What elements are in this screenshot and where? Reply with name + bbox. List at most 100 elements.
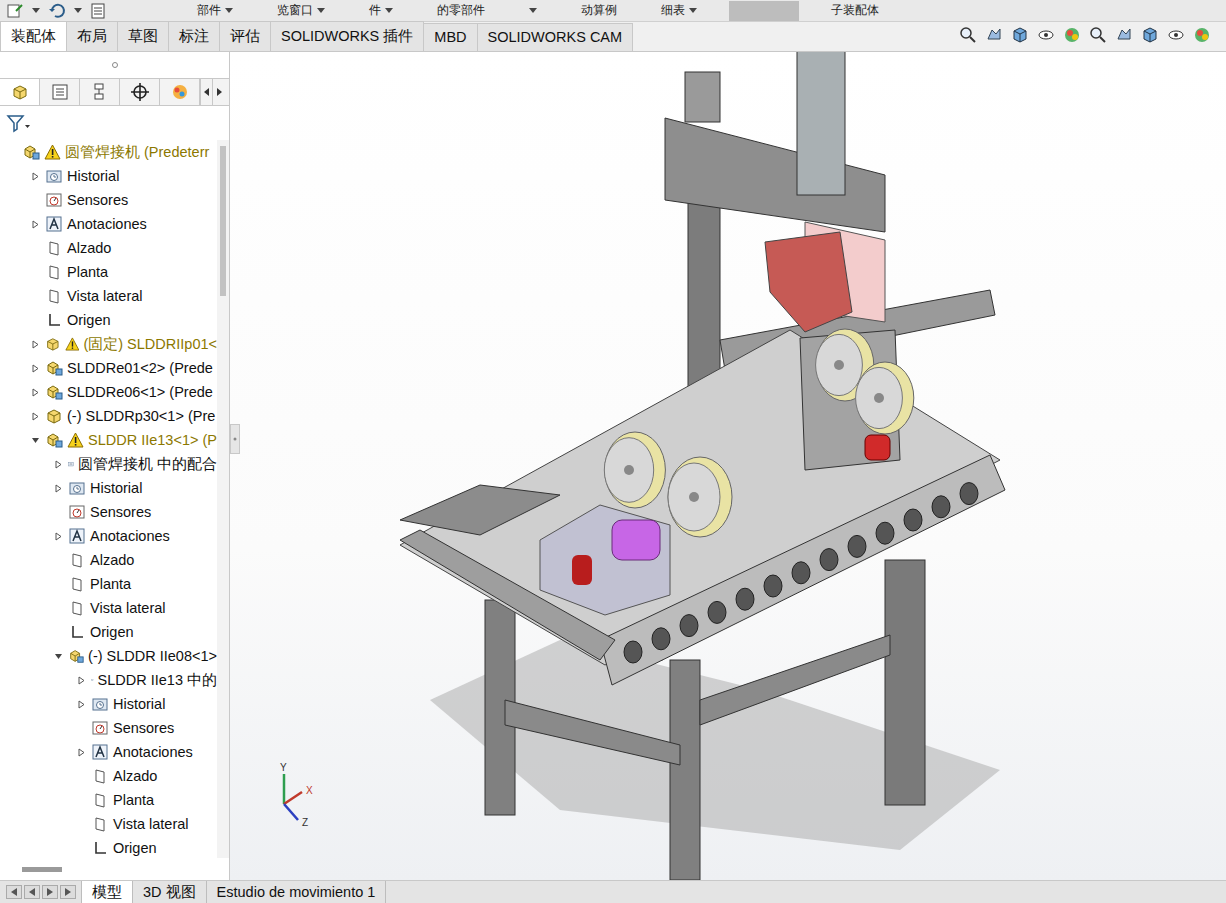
bottom-tab[interactable]: Estudio de movimiento 1 [206,881,387,903]
tree-item[interactable]: Alzado [0,236,217,260]
ribbon-tab[interactable]: SOLIDWORKS 插件 [270,21,424,51]
panel-tab[interactable] [120,79,160,105]
first-tab-icon[interactable] [6,885,22,899]
tree-item[interactable]: Historial [0,164,217,188]
vertical-scrollbar[interactable] [217,140,229,858]
section-view-icon[interactable] [1036,25,1056,45]
scene-icon[interactable] [1192,25,1212,45]
tree-item[interactable]: Alzado [0,548,217,572]
panel-handle[interactable] [0,52,229,78]
appearance-icon[interactable] [1166,25,1186,45]
expander[interactable] [29,388,41,397]
tree-item[interactable]: 圆管焊接机 (Predeterr [0,140,217,164]
ribbon-tab[interactable]: 评估 [219,21,271,51]
command-button[interactable]: 件 [347,2,415,19]
expander[interactable] [75,676,87,685]
tree-item[interactable]: Vista lateral [0,596,217,620]
command-button[interactable]: 览窗口 [255,2,347,19]
scroll-thumb[interactable] [220,146,226,296]
expander[interactable] [29,220,41,229]
expander[interactable] [75,700,87,709]
expander[interactable] [29,172,41,181]
last-tab-icon[interactable] [60,885,76,899]
panel-scroll-right[interactable] [212,79,224,105]
tree-item[interactable]: Origen [0,620,217,644]
tree-item[interactable]: SLDDRe06<1> (Prede [0,380,217,404]
previous-view-icon[interactable] [1010,25,1030,45]
hide-show-icon[interactable] [1140,25,1160,45]
tree-item[interactable]: 圆管焊接机 中的配合 [0,452,217,476]
tree-item[interactable]: Alzado [0,764,217,788]
expander[interactable] [29,364,41,373]
command-button[interactable]: 子装配体 [809,2,901,19]
previous-tab-icon[interactable] [24,885,40,899]
bottom-tab[interactable]: 模型 [81,881,133,903]
graphics-area[interactable]: YXZ [230,52,1226,880]
panel-tab[interactable] [80,79,120,105]
tree-item[interactable]: Planta [0,788,217,812]
tree-item[interactable]: Sensores [0,500,217,524]
zoom-area-icon[interactable] [984,25,1004,45]
tree-item[interactable]: Sensores [0,188,217,212]
ribbon-tab[interactable]: MBD [423,23,477,51]
expander[interactable] [52,532,64,541]
tree-item[interactable]: Anotaciones [0,524,217,548]
square-tube [685,72,720,122]
expander[interactable] [75,748,87,757]
tree-item[interactable]: Vista lateral [0,812,217,836]
model-graphics[interactable] [230,52,1226,880]
expander[interactable] [52,652,64,661]
tree-item[interactable]: Vista lateral [0,284,217,308]
expander[interactable] [29,340,41,349]
tree-item[interactable]: SLDDR IIe13<1> (P [0,428,217,452]
panel-tab[interactable] [160,79,200,105]
command-button[interactable]: 动算例 [559,2,639,19]
expander[interactable] [52,460,64,469]
tree-item[interactable]: Planta [0,260,217,284]
dimxpert-manager-icon [130,82,150,102]
next-tab-icon[interactable] [42,885,58,899]
color-swatch[interactable] [729,1,799,21]
tree-item[interactable]: Anotaciones [0,212,217,236]
collapsed-arrow-icon [31,220,40,229]
panel-collapse-handle[interactable] [230,424,240,454]
view-orientation-icon[interactable] [1088,25,1108,45]
command-button[interactable]: 的零部件 [415,2,507,19]
command-button[interactable]: 细表 [639,2,719,19]
tree-item[interactable]: (固定) SLDDRIIp01< [0,332,217,356]
dynamic-annotation-icon[interactable] [1062,25,1082,45]
filter-icon[interactable] [6,113,32,133]
panel-scroll-left[interactable] [200,79,212,105]
panel-tab[interactable] [40,79,80,105]
ribbon-tab[interactable]: 草图 [117,21,169,51]
horizontal-scrollbar[interactable] [0,858,229,880]
expander[interactable] [29,436,41,445]
tree-item[interactable]: Origen [0,836,217,858]
expander[interactable] [29,412,41,421]
feature-manager-panel: 圆管焊接机 (PredeterrHistorialSensoresAnotaci… [0,52,230,880]
tree-item[interactable]: SLDDR IIe13 中的 [0,668,217,692]
expander[interactable] [52,484,64,493]
command-button[interactable]: 部件 [175,2,255,19]
tree-item[interactable]: SLDDRe01<2> (Prede [0,356,217,380]
annotation-icon [68,527,86,545]
display-style-icon[interactable] [1114,25,1134,45]
scroll-thumb[interactable] [22,867,62,872]
panel-tab[interactable] [0,79,40,105]
ribbon-tab[interactable]: 布局 [66,21,118,51]
roller-wheel [668,457,732,537]
bottom-tab[interactable]: 3D 视图 [132,881,207,903]
tree-item[interactable]: Historial [0,692,217,716]
tree-item[interactable]: Anotaciones [0,740,217,764]
tree-item[interactable]: (-) SLDDRp30<1> (Pre [0,404,217,428]
zoom-fit-icon[interactable] [958,25,978,45]
tree-item[interactable]: Historial [0,476,217,500]
command-button[interactable] [507,8,559,14]
ribbon-tab[interactable]: SOLIDWORKS CAM [477,23,634,51]
tree-item[interactable]: Sensores [0,716,217,740]
tree-item[interactable]: Origen [0,308,217,332]
tree-item[interactable]: Planta [0,572,217,596]
ribbon-tab[interactable]: 装配体 [0,21,67,51]
ribbon-tab[interactable]: 标注 [168,21,220,51]
tree-item[interactable]: (-) SLDDR IIe08<1> [0,644,217,668]
